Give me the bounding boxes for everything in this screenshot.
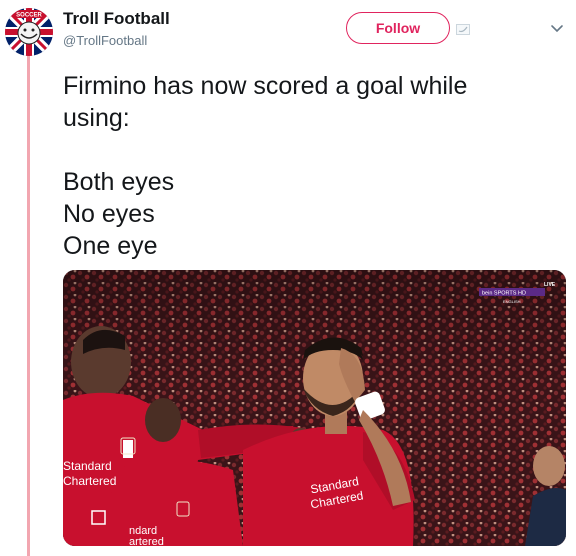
tweet-line: Both eyes — [63, 168, 175, 196]
thread-line — [27, 52, 30, 556]
follow-button[interactable]: Follow — [346, 12, 450, 44]
avatar-text: SOCCER — [16, 13, 42, 19]
tweet-line: using: — [63, 104, 130, 132]
author-handle[interactable]: @TrollFootball — [63, 33, 147, 48]
tweet-line: Firmino has now scored a goal while — [63, 72, 468, 100]
svg-text:bein SPORTS HD: bein SPORTS HD — [482, 291, 526, 297]
avatar[interactable]: SOCCER — [5, 8, 53, 56]
svg-text:LIVE: LIVE — [544, 282, 556, 288]
tweet-line: One eye — [63, 232, 158, 260]
sponsor-text: Standard — [63, 459, 112, 473]
author-name[interactable]: Troll Football — [63, 9, 170, 29]
tweet-line — [63, 134, 553, 166]
sponsor-text: Chartered — [63, 474, 116, 488]
svg-text:ENGLISH: ENGLISH — [503, 299, 521, 304]
chevron-down-icon[interactable] — [550, 24, 564, 34]
tweet-line: No eyes — [63, 200, 155, 228]
tweet-photo[interactable]: Standard Chartered Standard Chartered nd… — [63, 270, 566, 546]
twitter-bird-icon — [456, 24, 470, 35]
tweet-text: Firmino has now scored a goal while usin… — [63, 70, 553, 262]
sponsor-text: artered — [129, 536, 164, 546]
